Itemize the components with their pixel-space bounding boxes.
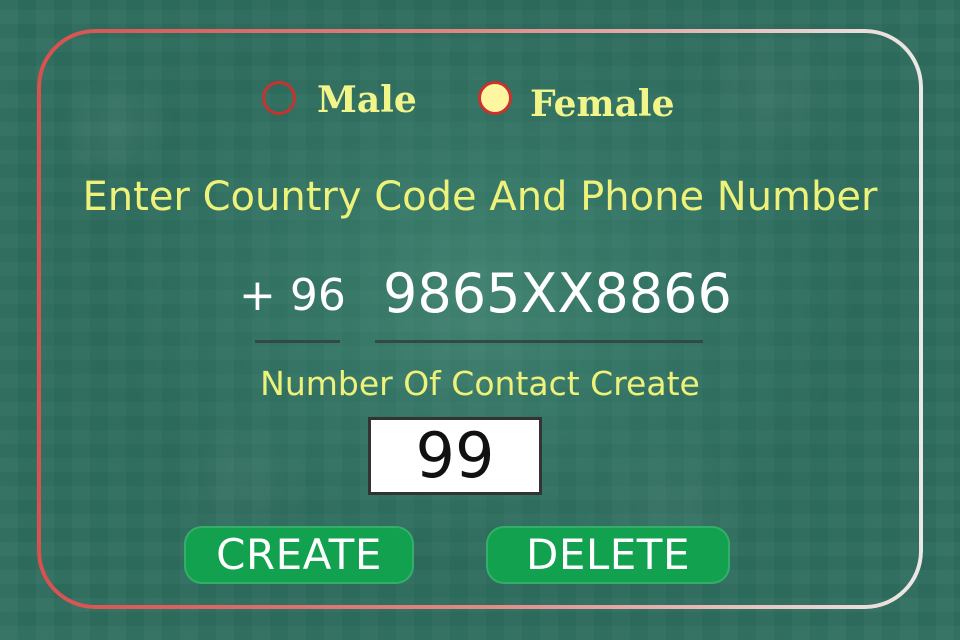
gender-selector: Male Female — [0, 76, 960, 126]
phone-number-field[interactable]: 9865XX8866 — [375, 262, 732, 343]
phone-input-row: + 96 9865XX8866 — [0, 262, 960, 343]
contact-count-input[interactable]: 99 — [368, 417, 542, 495]
phone-number-value: 9865XX8866 — [383, 262, 732, 325]
contact-count-label: Number Of Contact Create — [260, 364, 700, 403]
create-button[interactable]: CREATE — [184, 526, 414, 584]
female-radio[interactable] — [478, 81, 512, 115]
male-radio[interactable] — [262, 81, 296, 115]
phone-heading: Enter Country Code And Phone Number — [82, 174, 878, 220]
male-label[interactable]: Male — [317, 80, 417, 120]
delete-button[interactable]: DELETE — [486, 526, 730, 584]
female-label[interactable]: Female — [530, 84, 675, 124]
country-code-value: + 96 — [239, 270, 346, 321]
country-code-field[interactable]: + 96 — [239, 262, 346, 343]
